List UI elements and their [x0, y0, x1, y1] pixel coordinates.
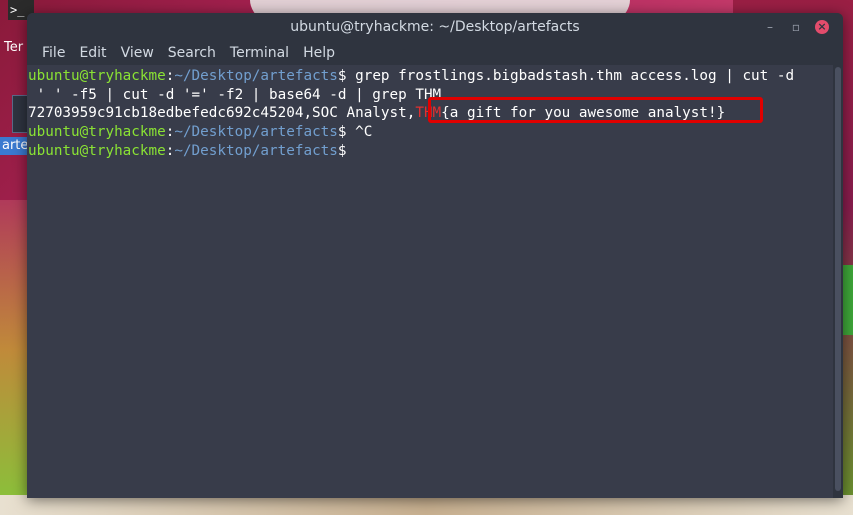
scrollbar[interactable] [833, 65, 843, 498]
menu-search[interactable]: Search [161, 41, 223, 65]
prompt-path: ~/Desktop/artefacts [174, 68, 338, 84]
prompt-user: ubuntu@tryhackme [28, 124, 166, 141]
command-text: ^C [346, 124, 373, 141]
terminal-output[interactable]: ubuntu@tryhackme:~/Desktop/artefacts$ gr… [27, 65, 833, 498]
minimize-icon[interactable]: – [763, 20, 777, 34]
prompt-dollar: $ [337, 124, 347, 141]
menu-terminal[interactable]: Terminal [223, 41, 296, 65]
maximize-icon[interactable]: ▫ [789, 20, 803, 34]
command-text-continued: ' ' -f5 | cut -d '=' -f2 | base64 -d | g… [28, 86, 442, 103]
menu-view[interactable]: View [114, 41, 161, 65]
prompt-dollar: $ [337, 142, 347, 159]
scrollbar-thumb[interactable] [835, 67, 841, 491]
output-prefix: 72703959c91cb18edbefedc692c45204,SOC Ana… [28, 105, 416, 122]
close-icon[interactable]: × [815, 20, 829, 34]
window-title: ubuntu@tryhackme: ~/Desktop/artefacts [290, 19, 580, 35]
menu-bar: File Edit View Search Terminal Help [27, 41, 843, 65]
desktop-terminal-label: Ter [4, 40, 24, 55]
desktop-wallpaper-left [0, 200, 28, 500]
terminal-line-1: ubuntu@tryhackme:~/Desktop/artefacts$ gr… [28, 67, 833, 86]
window-titlebar[interactable]: ubuntu@tryhackme: ~/Desktop/artefacts – … [27, 13, 843, 41]
prompt-path: ~/Desktop/artefacts [174, 124, 338, 141]
menu-file[interactable]: File [35, 41, 72, 65]
terminal-line-4: ubuntu@tryhackme:~/Desktop/artefacts$ ^C [28, 123, 833, 142]
terminal-window[interactable]: ubuntu@tryhackme: ~/Desktop/artefacts – … [27, 13, 843, 498]
menu-edit[interactable]: Edit [72, 41, 113, 65]
desktop-artefacts-label: arte [0, 137, 30, 155]
prompt-user: ubuntu@tryhackme [28, 68, 166, 84]
flag-highlight-box [428, 97, 763, 123]
menu-help[interactable]: Help [296, 41, 342, 65]
desktop-terminal-shortcut[interactable]: >_ Ter [0, 0, 34, 55]
command-text: grep frostlings.bigbadstash.thm access.l… [346, 68, 795, 84]
prompt-path: ~/Desktop/artefacts [174, 142, 338, 159]
prompt-user: ubuntu@tryhackme [28, 142, 166, 159]
desktop-wallpaper-bottom [0, 495, 853, 515]
terminal-line-5: ubuntu@tryhackme:~/Desktop/artefacts$ [28, 142, 833, 161]
prompt-dollar: $ [337, 68, 347, 84]
